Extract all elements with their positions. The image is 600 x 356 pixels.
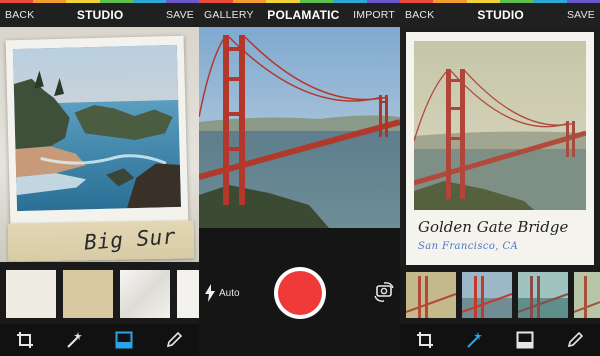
- crop-icon[interactable]: [10, 325, 40, 355]
- camera-panel: GALLERY POLAMATIC IMPORT Auto: [199, 0, 400, 356]
- photo-caption-title: Golden Gate Bridge: [418, 218, 569, 236]
- photo-caption-subtitle: San Francisco, CA: [418, 241, 519, 252]
- camera-controls: Auto: [199, 228, 400, 356]
- pen-icon[interactable]: [560, 325, 590, 355]
- camera-viewfinder[interactable]: [199, 27, 400, 228]
- flash-toggle[interactable]: Auto: [204, 284, 240, 302]
- caption-tape: Big Sur: [7, 220, 195, 262]
- crop-icon[interactable]: [410, 325, 440, 355]
- shutter-button-inner: [278, 271, 322, 315]
- studio-panel-right: BACK STUDIO SAVE Golden Gate Bridge San …: [400, 0, 600, 356]
- top-bar: GALLERY POLAMATIC IMPORT: [199, 3, 400, 27]
- thumbnail-white-paper[interactable]: [177, 270, 199, 318]
- studio-panel-left: BACK STUDIO SAVE Big Sur: [0, 0, 199, 356]
- thumbnail-tan-paper[interactable]: [63, 270, 113, 318]
- top-bar: BACK STUDIO SAVE: [400, 3, 600, 27]
- shutter-button[interactable]: [274, 267, 326, 319]
- flash-mode-label: Auto: [219, 287, 240, 299]
- save-button[interactable]: SAVE: [166, 9, 194, 21]
- frame-icon[interactable]: [109, 325, 139, 355]
- studio-toolbar: [400, 324, 600, 356]
- pen-icon[interactable]: [159, 325, 189, 355]
- app-title: POLAMATIC: [267, 8, 340, 22]
- filter-faded-thumbnail[interactable]: [574, 272, 600, 318]
- photo-caption: Big Sur: [83, 224, 177, 255]
- import-button[interactable]: IMPORT: [353, 9, 395, 21]
- save-button[interactable]: SAVE: [567, 9, 595, 21]
- screen-title: STUDIO: [477, 8, 524, 22]
- filter-thumbnail-strip: [400, 265, 600, 324]
- thumbnail-white-crumpled-paper[interactable]: [120, 270, 170, 318]
- filter-warm-thumbnail[interactable]: [406, 272, 456, 318]
- polaroid-frame: [5, 35, 189, 227]
- filter-cool-thumbnail[interactable]: [518, 272, 568, 318]
- polaroid-frame: Golden Gate Bridge San Francisco, CA: [406, 32, 594, 265]
- big-sur-photo: [12, 44, 182, 212]
- back-button[interactable]: BACK: [5, 9, 34, 21]
- golden-gate-photo: [414, 41, 586, 210]
- paper-thumbnail-strip: [0, 262, 199, 324]
- magic-wand-icon[interactable]: [60, 325, 90, 355]
- thumbnail-plain-paper[interactable]: [6, 270, 56, 318]
- gallery-button[interactable]: GALLERY: [204, 9, 254, 21]
- studio-toolbar: [0, 324, 199, 356]
- flash-icon: [205, 284, 215, 302]
- screen-title: STUDIO: [76, 8, 124, 22]
- top-bar: BACK STUDIO SAVE: [0, 3, 199, 27]
- switch-camera-icon[interactable]: [373, 281, 395, 308]
- filter-vivid-thumbnail[interactable]: [462, 272, 512, 318]
- frame-icon[interactable]: [510, 325, 540, 355]
- back-button[interactable]: BACK: [405, 9, 434, 21]
- magic-wand-icon[interactable]: [460, 325, 490, 355]
